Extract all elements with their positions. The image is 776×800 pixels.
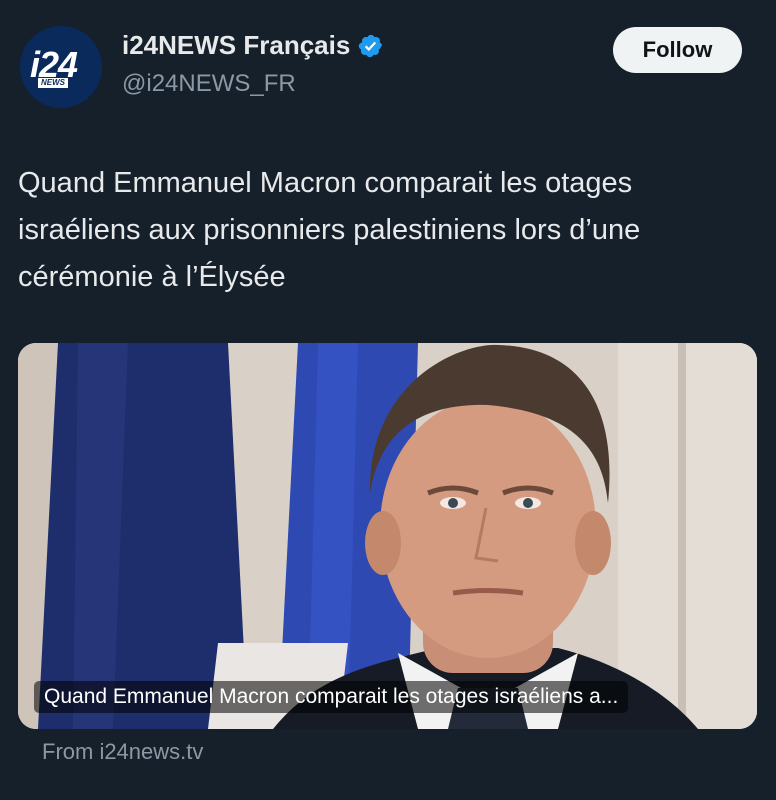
avatar-logo-subtext: NEWS xyxy=(38,78,68,88)
card-image xyxy=(18,343,757,729)
author-display-name[interactable]: i24NEWS Français xyxy=(122,30,350,61)
author-avatar[interactable]: i24 NEWS xyxy=(20,26,102,108)
link-card[interactable]: Quand Emmanuel Macron comparait les otag… xyxy=(18,343,757,729)
tweet-text: Quand Emmanuel Macron comparait les otag… xyxy=(18,167,641,293)
author-handle[interactable]: @i24NEWS_FR xyxy=(122,70,296,98)
verified-badge-icon xyxy=(359,34,383,57)
author-name-row[interactable]: i24NEWS Français xyxy=(122,30,384,61)
follow-button[interactable]: Follow xyxy=(613,27,742,73)
card-source-link[interactable]: From i24news.tv xyxy=(42,739,203,765)
card-caption: Quand Emmanuel Macron comparait les otag… xyxy=(34,681,629,713)
